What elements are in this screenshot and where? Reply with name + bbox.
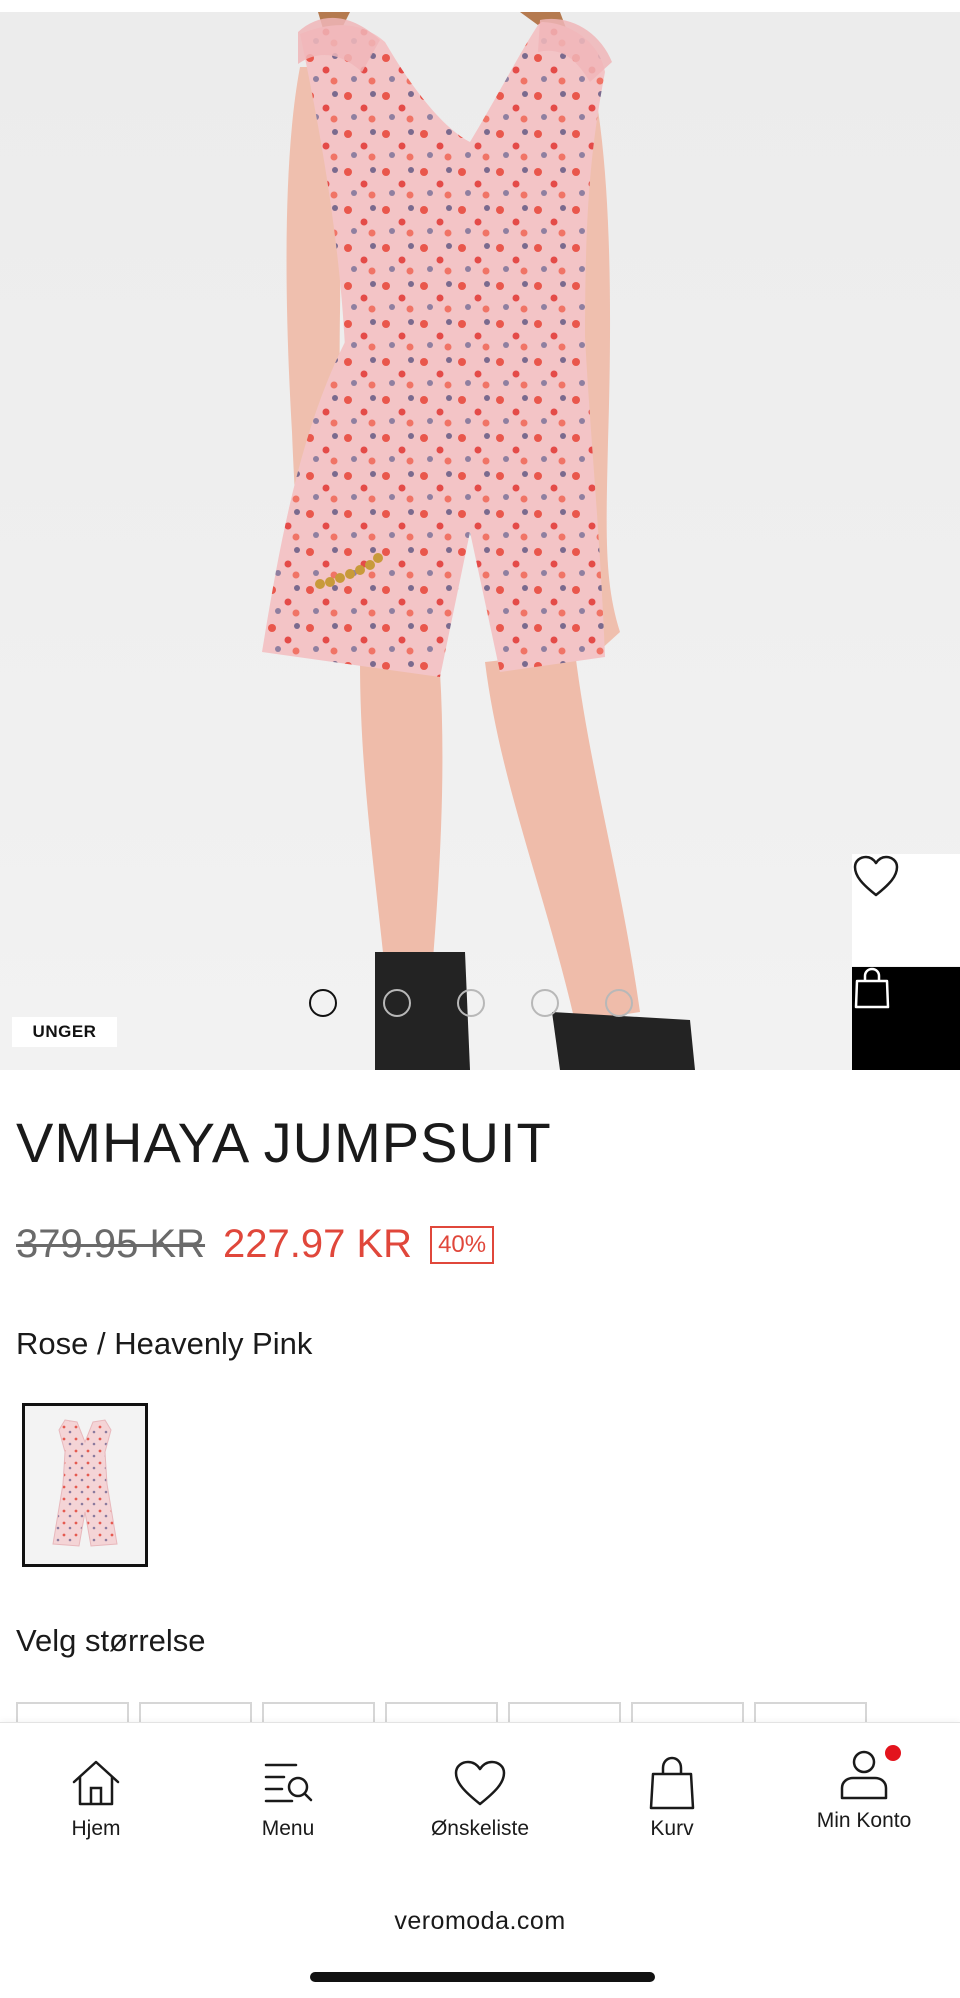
product-image-carousel[interactable]: UNGER <box>0 12 960 1070</box>
color-swatch[interactable] <box>22 1403 148 1567</box>
size-heading: Velg størrelse <box>16 1623 206 1658</box>
add-to-wishlist-button[interactable] <box>852 854 960 966</box>
discount-badge: 40% <box>430 1225 495 1264</box>
nav-item-account[interactable]: Min Konto <box>768 1723 960 1877</box>
notification-dot <box>885 1745 901 1761</box>
category-tag: UNGER <box>12 1017 117 1047</box>
original-price: 379.95 KR <box>16 1222 206 1266</box>
sale-price: 227.97 KR <box>223 1222 413 1266</box>
nav-item-cart[interactable]: Kurv <box>576 1723 768 1877</box>
nav-item-menu[interactable]: Menu <box>192 1723 384 1877</box>
nav-label: Kurv <box>650 1817 694 1840</box>
heart-icon <box>454 1760 506 1806</box>
add-to-bag-button[interactable] <box>852 967 960 1070</box>
heart-outline-icon <box>853 855 899 897</box>
browser-address-bar[interactable]: veromoda.com <box>0 1877 960 1998</box>
nav-label: Ønskeliste <box>430 1817 530 1840</box>
price-row: 379.95 KR 227.97 KR 40% <box>16 1222 495 1267</box>
url-text: veromoda.com <box>394 1907 566 1935</box>
home-indicator <box>310 1972 655 1982</box>
swatch-thumbnail <box>52 1419 118 1547</box>
product-title: VMHAYA JUMPSUIT <box>16 1111 552 1174</box>
nav-label: Min Konto <box>816 1809 912 1832</box>
carousel-dot[interactable] <box>309 989 337 1017</box>
carousel-dot[interactable] <box>457 989 485 1017</box>
carousel-dot[interactable] <box>383 989 411 1017</box>
product-photo <box>262 12 695 1070</box>
carousel-dots <box>309 989 633 1017</box>
menu-search-icon <box>264 1763 313 1803</box>
shopping-bag-icon <box>854 967 890 1009</box>
carousel-dot[interactable] <box>531 989 559 1017</box>
bag-icon <box>649 1756 695 1810</box>
bottom-navigation: Hjem Menu Ønskeliste Kurv Min Konto <box>0 1722 960 1878</box>
account-icon <box>840 1750 888 1800</box>
carousel-dot[interactable] <box>605 989 633 1017</box>
nav-item-wishlist[interactable]: Ønskeliste <box>384 1723 576 1877</box>
house-icon <box>72 1760 120 1806</box>
nav-item-home[interactable]: Hjem <box>0 1723 192 1877</box>
nav-label: Hjem <box>71 1817 121 1840</box>
nav-label: Menu <box>261 1817 315 1840</box>
color-name: Rose / Heavenly Pink <box>16 1326 313 1361</box>
